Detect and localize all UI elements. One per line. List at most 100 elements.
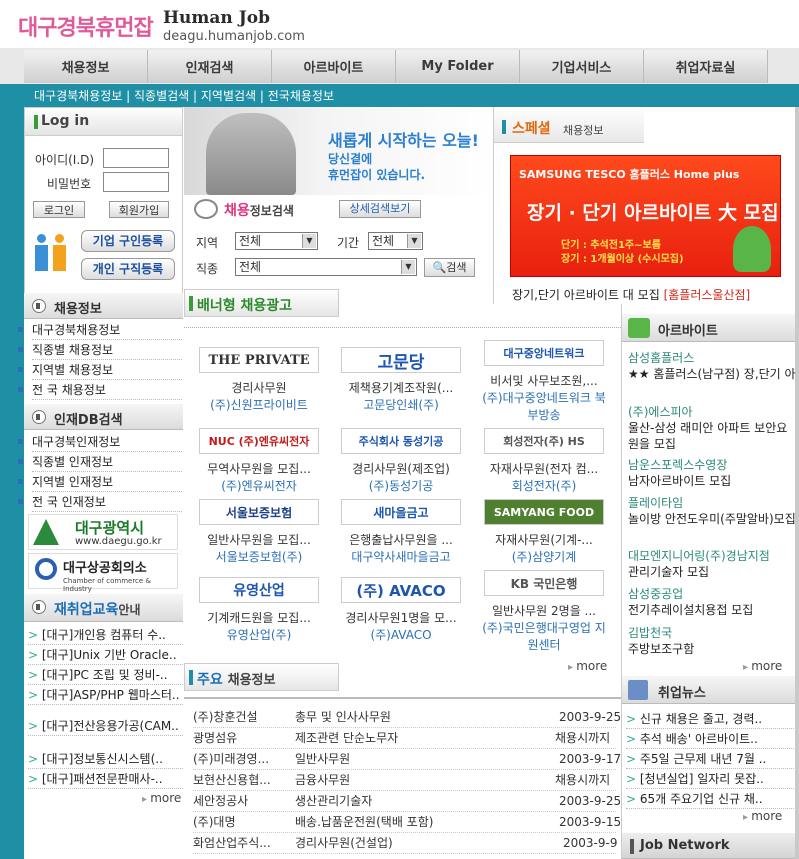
banner-card[interactable]: THE PRIVATE 경리사무원 (주)신원프라이비트 <box>194 347 324 413</box>
albait-item[interactable]: 삼성홈플러스★★ 홈플러스(남구점) 장,단기 아르... <box>628 350 796 382</box>
job-info-item[interactable]: 대구경북채용정보 <box>18 320 182 340</box>
company-name[interactable]: (주)삼양기계 <box>479 548 609 565</box>
news-item[interactable]: 신규 채용은 줄고, 경력.. <box>626 709 794 729</box>
job-title[interactable]: 비서및 사무보조원,... <box>479 372 609 389</box>
chamber-banner[interactable]: 대구상공회의소 Chamber of commerce & Industry <box>28 553 178 593</box>
banner-card[interactable]: 서울보증보험 일반사무원을 모집... 서울보증보험(주) <box>194 499 324 565</box>
banner-ads-more-link[interactable]: more <box>568 659 607 673</box>
job-title[interactable]: 기계캐드원을 모집... <box>194 609 324 626</box>
nav-part-time[interactable]: 아르바이트 <box>272 50 396 83</box>
nav-resources[interactable]: 취업자료실 <box>644 50 768 83</box>
job-title[interactable]: 은행출납사무원을 ... <box>336 531 466 548</box>
edu-item[interactable]: [대구]전산응용가공(CAM.. <box>28 716 183 736</box>
edu-item[interactable]: [대구]정보통신시스템(.. <box>28 749 183 769</box>
albait-item[interactable]: 김밥천국 주방보조구함 <box>628 625 796 657</box>
humanjob-logo[interactable]: Human Job <box>163 8 270 28</box>
news-item[interactable]: [청년실업] 일자리 못잡.. <box>626 769 794 789</box>
banner-card[interactable]: 유영산업 기계캐드원을 모집... 유영산업(주) <box>194 577 324 643</box>
detail-search-button[interactable]: 상세검색보기 <box>339 200 421 218</box>
pw-input[interactable] <box>103 172 169 192</box>
talent-item[interactable]: 대구경북인재정보 <box>18 432 182 452</box>
job-row[interactable]: 보현산신용협... 금융사무원 채용시까지 <box>193 770 616 791</box>
albait-more-link[interactable]: more <box>743 659 782 673</box>
talent-item[interactable]: 전 국 인재정보 <box>18 492 182 512</box>
company-name[interactable]: (주)대구중앙네트워크 북부방송 <box>479 389 609 423</box>
job-row[interactable]: (주)미래경영... 일반사무원 2003-9-17 <box>193 749 621 770</box>
company-name[interactable]: 고문당인쇄(주) <box>336 396 466 413</box>
nav-company-service[interactable]: 기업서비스 <box>520 50 644 83</box>
company-name[interactable]: (주)국민은행대구영업 지원센터 <box>479 619 609 653</box>
period-select[interactable]: 전체 ▼ <box>368 232 423 250</box>
search-button[interactable]: 🔍검색 <box>424 258 475 277</box>
job-title[interactable]: 제책용기계조작원(... <box>336 379 466 396</box>
news-more-link[interactable]: more <box>743 809 782 823</box>
job-row[interactable]: (주)대명 배송.납품운전원(택배 포함) 2003-9-15 <box>193 812 621 833</box>
hero-banner[interactable]: 새롭게 시작하는 오늘! 당신곁에 휴먼잡이 있습니다. <box>184 107 493 195</box>
job-type-select[interactable]: 전체 ▼ <box>235 258 417 276</box>
company-name[interactable]: (주)AVACO <box>336 626 466 643</box>
job-title[interactable]: 자재사무원(기계-... <box>479 531 609 548</box>
job-row[interactable]: 광명섬유 제조관련 단순노무자 채용시까지 <box>193 728 616 749</box>
banner-card[interactable]: (주) AVACO 경리사무원1명을 모... (주)AVACO <box>336 577 466 643</box>
banner-card[interactable]: SAMYANG FOOD 자재사무원(기계-... (주)삼양기계 <box>479 499 609 565</box>
daegu-city-banner[interactable]: 대구광역시 www.daegu.go.kr <box>28 514 178 550</box>
banner-card[interactable]: 회성전자(주) HS 자재사무원(전자 컴... 회성전자(주) <box>479 428 609 494</box>
banner-card[interactable]: KB 국민은행 일반사무원 2명을 ... (주)국민은행대구영업 지원센터 <box>479 570 609 653</box>
job-row[interactable]: (주)창훈건설 총무 및 인사사무원 2003-9-25 <box>193 707 621 728</box>
job-company[interactable]: (주)창훈건설 <box>193 707 258 727</box>
sub-nav-links[interactable]: 대구경북채용정보 | 직종별검색 | 지역별검색 | 전국채용정보 <box>34 87 334 104</box>
news-item[interactable]: 추석 배송' 아르바이트.. <box>626 729 794 749</box>
id-input[interactable] <box>103 148 169 168</box>
banner-card[interactable]: 고문당 제책용기계조작원(... 고문당인쇄(주) <box>336 347 466 413</box>
edu-item[interactable]: [대구]PC 조립 및 정비-.. <box>28 665 183 685</box>
news-item[interactable]: 65개 주요기업 신규 채.. <box>626 789 794 809</box>
job-title[interactable]: 경리사무원(제조업) <box>336 460 466 477</box>
banner-card[interactable]: 새마을금고 은행출납사무원을 ... 대구약사새마을금고 <box>336 499 466 565</box>
job-row[interactable]: 세안정공사 생산관리기술자 2003-9-25 <box>193 791 621 812</box>
job-title[interactable]: 경리사무원 <box>194 379 324 396</box>
company-name[interactable]: 회성전자(주) <box>479 477 609 494</box>
talent-item[interactable]: 직종별 인재정보 <box>18 452 182 472</box>
job-company[interactable]: 세안정공사 <box>193 791 248 811</box>
region-select[interactable]: 전체 ▼ <box>235 232 318 250</box>
edu-more-link[interactable]: more <box>142 791 181 805</box>
login-button[interactable]: 로그인 <box>33 201 85 218</box>
job-company[interactable]: 광명섬유 <box>193 728 237 748</box>
albait-item[interactable]: 대모엔지니어링(주)경남지점 관리기술자 모집 <box>628 548 796 580</box>
edu-item[interactable]: [대구]개인용 컴퓨터 수.. <box>28 625 183 645</box>
albait-item[interactable]: 플레이타임 놀이방 안전도우미(주말알바)모집 <box>628 495 796 527</box>
talent-item[interactable]: 지역별 인재정보 <box>18 472 182 492</box>
job-title[interactable]: 경리사무원1명을 모... <box>336 609 466 626</box>
job-row[interactable]: 화엄산업주식... 경리사무원(건설업) 2003-9-9 <box>193 833 617 854</box>
job-info-item[interactable]: 지역별 채용정보 <box>18 360 182 380</box>
banner-card[interactable]: 대구중앙네트워크 비서및 사무보조원,... (주)대구중앙네트워크 북부방송 <box>479 340 609 423</box>
job-title[interactable]: 일반사무원을 모집... <box>194 531 324 548</box>
company-name[interactable]: (주)엔유씨전자 <box>194 477 324 494</box>
nav-job-info[interactable]: 채용정보 <box>24 50 148 83</box>
company-register-button[interactable]: 기업 구인등록 <box>81 230 175 252</box>
job-company[interactable]: 화엄산업주식... <box>193 833 271 853</box>
special-caption[interactable]: 장기,단기 아르바이트 대 모집 [홈플러스울산점] <box>512 286 750 303</box>
homeplus-banner[interactable]: SAMSUNG TESCO 홈플러스 Home plus 장기 · 단기 아르바… <box>510 155 781 277</box>
edu-item[interactable]: [대구]ASP/PHP 웹마스터.. <box>28 685 183 705</box>
news-item[interactable]: 주5일 근무제 내년 7월 .. <box>626 749 794 769</box>
job-title[interactable]: 자재사무원(전자 컴... <box>479 460 609 477</box>
nav-my-folder[interactable]: My Folder <box>396 50 520 83</box>
job-info-item[interactable]: 전 국 채용정보 <box>18 380 182 400</box>
company-name[interactable]: 서울보증보험(주) <box>194 548 324 565</box>
nav-talent-search[interactable]: 인재검색 <box>148 50 272 83</box>
banner-card[interactable]: 주식회사 동성기공 경리사무원(제조업) (주)동성기공 <box>336 428 466 494</box>
edu-item[interactable]: [대구]Unix 기반 Oracle.. <box>28 645 183 665</box>
job-title[interactable]: 무역사무원을 모집... <box>194 460 324 477</box>
job-company[interactable]: 보현산신용협... <box>193 770 271 790</box>
company-name[interactable]: (주)동성기공 <box>336 477 466 494</box>
job-company[interactable]: (주)미래경영... <box>193 749 269 769</box>
company-name[interactable]: (주)신원프라이비트 <box>194 396 324 413</box>
job-title[interactable]: 일반사무원 2명을 ... <box>479 602 609 619</box>
albait-item[interactable]: 삼성중공업 전기추레이설치용접 모집 <box>628 586 796 618</box>
company-name[interactable]: 유영산업(주) <box>194 626 324 643</box>
join-button[interactable]: 회원가입 <box>109 201 169 218</box>
job-info-item[interactable]: 직종별 채용정보 <box>18 340 182 360</box>
person-register-button[interactable]: 개인 구직등록 <box>81 258 175 280</box>
job-company[interactable]: (주)대명 <box>193 812 235 832</box>
